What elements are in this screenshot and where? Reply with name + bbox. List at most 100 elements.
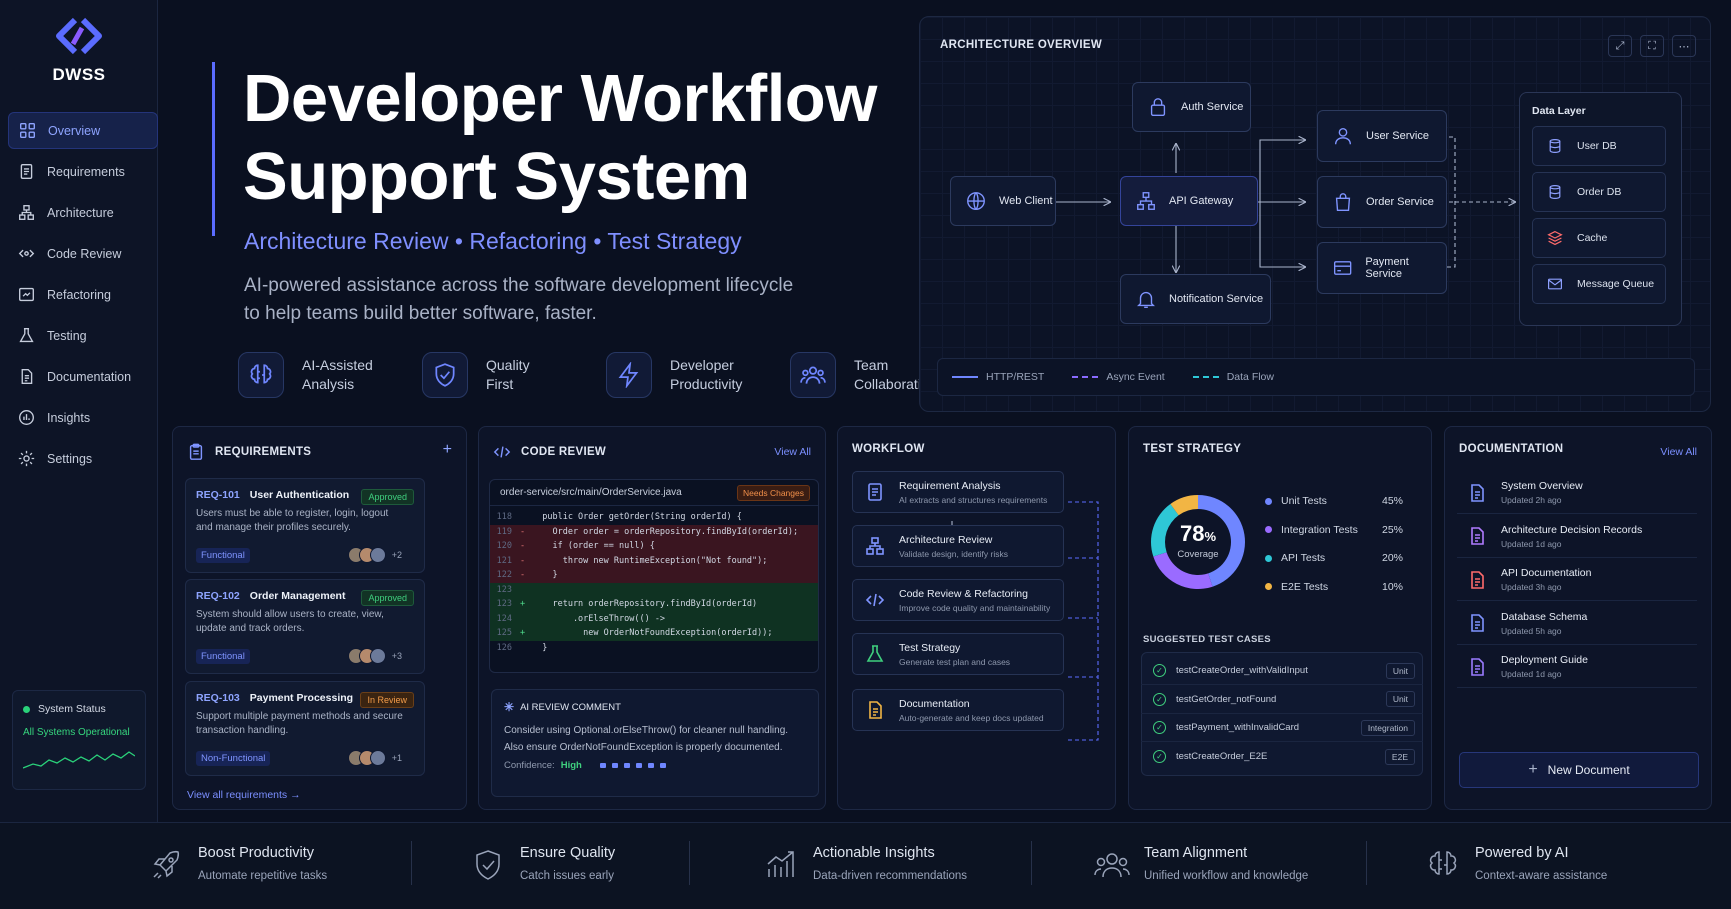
document-item[interactable]: API Documentation Updated 3h ago [1457,559,1697,601]
legend-dot [1265,554,1272,562]
legend-line-dashed [1072,376,1099,378]
data-item-cache[interactable]: Cache [1532,218,1666,258]
node-payment-service[interactable]: Payment Service [1317,242,1447,294]
legend-value: 10% [1381,580,1403,593]
data-item-user-db[interactable]: User DB [1532,126,1666,166]
code-icon [865,593,885,607]
footer-desc: Context-aware assistance [1475,870,1608,882]
workflow-step[interactable]: Code Review & Refactoring Improve code qu… [852,579,1064,621]
footer-title: Team Alignment [1144,845,1248,861]
footer-item-productivity: Boost Productivity Automate repetitive ta… [148,845,327,883]
code-diff-viewer[interactable]: order-service/src/main/OrderService.java… [489,479,819,673]
requirement-item[interactable]: REQ-103 Payment Processing In Review Supp… [185,681,425,776]
brand-logo[interactable]: DWSS [0,16,158,85]
new-document-button[interactable]: + New Document [1459,752,1699,788]
workflow-step[interactable]: Test Strategy Generate test plan and case… [852,633,1064,675]
requirements-card: REQUIREMENTS + REQ-101 User Authenticatio… [172,426,467,810]
code-line: 121- throw new RuntimeException("Not fou… [490,553,818,568]
document-title: Architecture Decision Records [1501,523,1643,536]
requirement-id: REQ-101 [196,489,240,501]
hero-title-line2: Support System [243,139,750,214]
workflow-step[interactable]: Requirement Analysis AI extracts and stru… [852,471,1064,513]
node-notification-service[interactable]: Notification Service [1120,274,1271,324]
sidebar-item-overview[interactable]: Overview [8,112,158,149]
sidebar-item-insights[interactable]: Insights [8,399,158,436]
brain-icon [250,364,272,384]
avatar-group: +3 [347,648,402,664]
view-all-link[interactable]: View All [1660,446,1697,458]
divider [689,841,690,885]
coverage-unit: % [1204,529,1217,544]
test-case-row[interactable]: ✓ testGetOrder_notFound Unit [1141,686,1423,714]
sidebar-item-settings[interactable]: Settings [8,440,158,477]
workflow-step[interactable]: Architecture Review Validate design, iden… [852,525,1064,567]
hero-title: Developer Workflow Support System [243,60,877,216]
legend-row: E2E Tests 10% [1265,573,1403,602]
data-item-label: User DB [1577,140,1617,152]
logo-icon [56,17,102,55]
code-line: 123 + return orderRepository.findById(ord… [490,597,818,612]
view-all-requirements-link[interactable]: View all requirements → [187,789,301,801]
workflow-step[interactable]: Documentation Auto-generate and keep docs… [852,689,1064,731]
code-lines: 118 public Order getOrder(String orderId… [490,506,818,655]
coverage-legend: Unit Tests 45% Integration Tests 25% API Tes… [1265,487,1403,601]
sidebar-item-testing[interactable]: Testing [8,317,158,354]
sidebar-item-label: Architecture [47,205,114,220]
sidebar-item-documentation[interactable]: Documentation [8,358,158,395]
hero-accent-bar [212,62,215,236]
document-item[interactable]: Architecture Decision Records Updated 1d … [1457,516,1697,558]
workflow-step-title: Documentation [899,697,970,710]
sidebar-item-requirements[interactable]: Requirements [8,153,158,190]
code-text: public Order getOrder(String orderId) { [532,512,742,523]
documentation-card: DOCUMENTATION View All System Overview Up… [1444,426,1712,810]
node-order-service[interactable]: Order Service [1317,176,1447,228]
feature-quality: Quality First [422,352,576,398]
sidebar-item-architecture[interactable]: Architecture [8,194,158,231]
legend-dot [1265,526,1272,534]
code-text: throw new RuntimeException("Not found"); [532,555,768,566]
node-auth-service[interactable]: Auth Service [1132,82,1251,132]
add-requirement-button[interactable]: + [443,441,452,459]
code-icon [493,446,511,458]
brand-name: DWSS [52,65,106,84]
data-item-message-queue[interactable]: Message Queue [1532,264,1666,304]
sidebar-item-refactoring[interactable]: Refactoring [8,276,158,313]
test-case-row[interactable]: ✓ testPayment_withInvalidCard Integration [1141,714,1423,742]
footer-title: Ensure Quality [520,845,616,861]
test-case-row[interactable]: ✓ testCreateOrder_withValidInput Unit [1141,657,1423,685]
node-label: Notification Service [1169,293,1264,305]
node-user-service[interactable]: User Service [1317,110,1447,162]
test-type-badge: Integration [1360,719,1415,736]
node-label: Auth Service [1181,101,1244,113]
confidence-meter [599,760,672,771]
legend-line-solid [952,376,978,378]
ai-comment-title: AI REVIEW COMMENT [520,701,621,713]
document-updated: Updated 1d ago [1501,538,1562,549]
code-text: return orderRepository.findById(orderId) [532,599,758,610]
avatar-extra-count: +3 [391,651,402,661]
hierarchy-icon [866,537,884,555]
document-item[interactable]: Database Schema Updated 5h ago [1457,603,1697,645]
hero-features: AI-Assisted Analysis Quality First Develop… [238,352,974,398]
avatar-extra-count: +1 [391,753,402,763]
document-item[interactable]: System Overview Updated 2h ago [1457,472,1697,514]
node-api-gateway[interactable]: API Gateway [1120,176,1258,226]
requirement-item[interactable]: REQ-101 User Authentication Approved User… [185,478,425,573]
data-item-order-db[interactable]: Order DB [1532,172,1666,212]
legend-label: Integration Tests [1281,523,1358,536]
sidebar-item-code-review[interactable]: Code Review [8,235,158,272]
feature-label: Quality [486,357,530,373]
document-item[interactable]: Deployment Guide Updated 1d ago [1457,646,1697,688]
check-circle-icon: ✓ [1153,692,1166,706]
chart-up-icon [767,851,794,877]
footer-title: Powered by AI [1475,845,1569,861]
node-web-client[interactable]: Web Client [950,176,1056,226]
line-number: 118 [496,512,512,523]
requirement-item[interactable]: REQ-102 Order Management Approved System … [185,579,425,674]
view-all-link[interactable]: View All [774,446,811,458]
diff-sign: - [520,526,526,537]
avatar-group: +1 [347,750,402,766]
line-number: 121 [496,555,512,566]
test-case-row[interactable]: ✓ testCreateOrder_E2E E2E [1141,743,1423,771]
node-label: Order Service [1366,196,1434,208]
